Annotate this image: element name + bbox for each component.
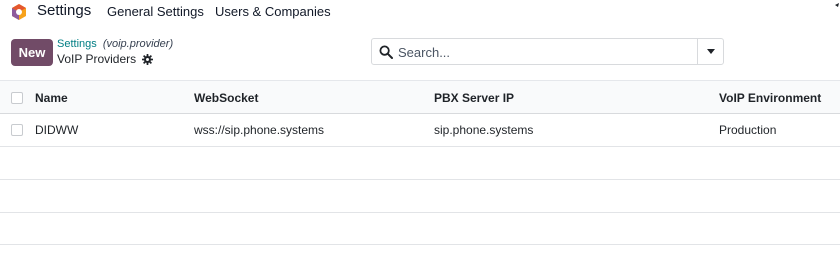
- select-all-checkbox[interactable]: [11, 92, 23, 104]
- empty-row: [0, 147, 840, 180]
- column-header-voip-environment[interactable]: VoIP Environment: [719, 91, 821, 105]
- systray-icon[interactable]: [834, 2, 840, 16]
- app-name[interactable]: Settings: [37, 2, 91, 19]
- menu-users-companies[interactable]: Users & Companies: [215, 4, 331, 19]
- cell-voip-environment: Production: [719, 123, 777, 137]
- search-box: [371, 38, 724, 65]
- breadcrumb-settings-link[interactable]: Settings: [57, 38, 97, 50]
- page-title: VoIP Providers: [57, 52, 154, 66]
- cell-name: DIDWW: [35, 123, 79, 137]
- top-navbar: Settings General Settings Users & Compan…: [0, 0, 840, 24]
- search-input[interactable]: [398, 43, 698, 61]
- breadcrumb: Settings (voip.provider): [57, 38, 173, 50]
- search-options-toggle[interactable]: [697, 39, 723, 64]
- cell-pbx-server-ip: sip.phone.systems: [434, 123, 534, 137]
- row-checkbox[interactable]: [11, 124, 23, 136]
- page-title-text: VoIP Providers: [57, 52, 137, 66]
- column-header-name[interactable]: Name: [35, 91, 68, 105]
- settings-app-logo-icon[interactable]: [10, 3, 28, 21]
- column-header-pbx-server-ip[interactable]: PBX Server IP: [434, 91, 514, 105]
- empty-row: [0, 180, 840, 213]
- breadcrumb-model: (voip.provider): [102, 38, 174, 50]
- empty-row: [0, 212, 840, 245]
- gear-icon[interactable]: [142, 53, 154, 65]
- table-row[interactable]: DIDWW wss://sip.phone.systems sip.phone.…: [0, 114, 840, 147]
- new-button[interactable]: New: [11, 39, 53, 66]
- cell-websocket: wss://sip.phone.systems: [194, 123, 325, 137]
- caret-down-icon: [706, 49, 715, 54]
- table-header: Name WebSocket PBX Server IP VoIP Enviro…: [0, 80, 840, 114]
- search-icon: [379, 45, 393, 59]
- menu-general-settings[interactable]: General Settings: [107, 4, 204, 19]
- column-header-websocket[interactable]: WebSocket: [194, 91, 258, 105]
